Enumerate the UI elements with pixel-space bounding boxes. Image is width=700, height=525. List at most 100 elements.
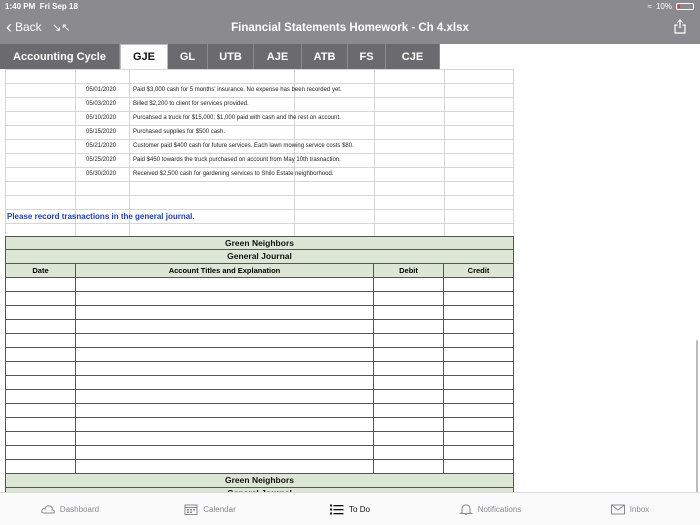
transaction-date[interactable]: 05/15/2020 (86, 129, 116, 135)
vertical-scrollbar[interactable] (696, 340, 698, 492)
debit-cell[interactable] (374, 460, 444, 473)
credit-cell[interactable] (444, 306, 513, 319)
credit-cell[interactable] (444, 390, 513, 403)
document-title: Financial Statements Homework - Ch 4.xls… (231, 22, 469, 34)
account-cell[interactable] (76, 320, 374, 333)
journal-subtitle[interactable]: General Journal (5, 250, 514, 264)
bottom-tab-calendar[interactable]: Calendar (140, 493, 280, 525)
transaction-description[interactable]: Billed $2,200 to client for services pro… (133, 101, 249, 107)
transaction-description[interactable]: Customer paid $400 cash for future servi… (133, 143, 354, 149)
account-cell[interactable] (76, 334, 374, 347)
tab-utb[interactable]: UTB (208, 44, 254, 69)
column-header-credit[interactable]: Credit (444, 264, 513, 277)
credit-cell[interactable] (444, 460, 513, 473)
bottom-tab-notifications[interactable]: Notifications (420, 493, 560, 525)
tab-gl[interactable]: GL (168, 44, 208, 69)
debit-cell[interactable] (374, 334, 444, 347)
credit-cell[interactable] (444, 334, 513, 347)
account-cell[interactable] (76, 306, 374, 319)
column-header-date[interactable]: Date (6, 264, 76, 277)
transaction-date[interactable]: 05/03/2020 (86, 101, 116, 107)
account-cell[interactable] (76, 418, 374, 431)
transaction-date[interactable]: 05/01/2020 (86, 87, 116, 93)
debit-cell[interactable] (374, 404, 444, 417)
transaction-date[interactable]: 05/21/2020 (86, 143, 116, 149)
account-cell[interactable] (76, 460, 374, 473)
date-cell[interactable] (6, 460, 76, 473)
tab-accounting-cycle[interactable]: Accounting Cycle (0, 44, 120, 69)
column-header-debit[interactable]: Debit (374, 264, 444, 277)
bottom-tab-inbox[interactable]: Inbox (560, 493, 700, 525)
debit-cell[interactable] (374, 390, 444, 403)
account-cell[interactable] (76, 278, 374, 291)
date-cell[interactable] (6, 362, 76, 375)
tab-cje[interactable]: CJE (386, 44, 440, 69)
account-cell[interactable] (76, 376, 374, 389)
debit-cell[interactable] (374, 418, 444, 431)
journal-entry-row (5, 404, 514, 418)
credit-cell[interactable] (444, 446, 513, 459)
debit-cell[interactable] (374, 292, 444, 305)
tab-aje[interactable]: AJE (254, 44, 302, 69)
tab-atb[interactable]: ATB (302, 44, 348, 69)
date-cell[interactable] (6, 418, 76, 431)
journal-entry-row (5, 446, 514, 460)
account-cell[interactable] (76, 292, 374, 305)
date-cell[interactable] (6, 446, 76, 459)
bottom-tab-dashboard[interactable]: Dashboard (0, 493, 140, 525)
transaction-date[interactable]: 05/25/2020 (86, 157, 116, 163)
debit-cell[interactable] (374, 278, 444, 291)
account-cell[interactable] (76, 446, 374, 459)
credit-cell[interactable] (444, 404, 513, 417)
credit-cell[interactable] (444, 348, 513, 361)
debit-cell[interactable] (374, 320, 444, 333)
tab-fs[interactable]: FS (348, 44, 386, 69)
account-cell[interactable] (76, 404, 374, 417)
debit-cell[interactable] (374, 348, 444, 361)
debit-cell[interactable] (374, 446, 444, 459)
column-header-account[interactable]: Account Titles and Explanation (76, 264, 374, 277)
transaction-description[interactable]: Purchased supplies for $500 cash. (133, 129, 225, 135)
date-cell[interactable] (6, 292, 76, 305)
credit-cell[interactable] (444, 278, 513, 291)
account-cell[interactable] (76, 432, 374, 445)
date-cell[interactable] (6, 376, 76, 389)
date-cell[interactable] (6, 348, 76, 361)
credit-cell[interactable] (444, 292, 513, 305)
debit-cell[interactable] (374, 306, 444, 319)
journal-entry-row (5, 362, 514, 376)
credit-cell[interactable] (444, 376, 513, 389)
date-cell[interactable] (6, 278, 76, 291)
journal-company-name[interactable]: Green Neighbors (5, 236, 514, 250)
date-cell[interactable] (6, 432, 76, 445)
journal-entry-row (5, 292, 514, 306)
credit-cell[interactable] (444, 362, 513, 375)
credit-cell[interactable] (444, 418, 513, 431)
account-cell[interactable] (76, 362, 374, 375)
date-cell[interactable] (6, 306, 76, 319)
date-cell[interactable] (6, 390, 76, 403)
account-cell[interactable] (76, 390, 374, 403)
date-cell[interactable] (6, 404, 76, 417)
transaction-description[interactable]: Paid $3,000 cash for 5 months' insurance… (133, 87, 342, 93)
transaction-date[interactable]: 05/10/2020 (86, 115, 116, 121)
date-cell[interactable] (6, 334, 76, 347)
transaction-description[interactable]: Received $2,500 cash for gardening servi… (133, 171, 333, 177)
debit-cell[interactable] (374, 362, 444, 375)
account-cell[interactable] (76, 348, 374, 361)
spreadsheet-view[interactable]: 05/01/2020 Paid $3,000 cash for 5 months… (0, 69, 700, 492)
transaction-description[interactable]: Purcahsed a truck for $15,000; $1,000 pa… (133, 115, 341, 121)
instruction-text[interactable]: Please record trasnactions in the genera… (7, 212, 195, 221)
credit-cell[interactable] (444, 432, 513, 445)
bottom-tab-todo[interactable]: To Do (280, 493, 420, 525)
debit-cell[interactable] (374, 376, 444, 389)
transaction-description[interactable]: Paid $450 towards the truck purchased on… (133, 157, 341, 163)
journal-company-name[interactable]: Green Neighbors (5, 474, 514, 488)
tab-gje[interactable]: GJE (120, 44, 168, 69)
share-icon[interactable] (674, 19, 686, 34)
credit-cell[interactable] (444, 320, 513, 333)
top-bar: 1:40 PM Fri Sep 18 ≈ 10% ‹ Back ↘↖ Finan… (0, 0, 700, 44)
debit-cell[interactable] (374, 432, 444, 445)
date-cell[interactable] (6, 320, 76, 333)
transaction-date[interactable]: 05/30/2020 (86, 171, 116, 177)
